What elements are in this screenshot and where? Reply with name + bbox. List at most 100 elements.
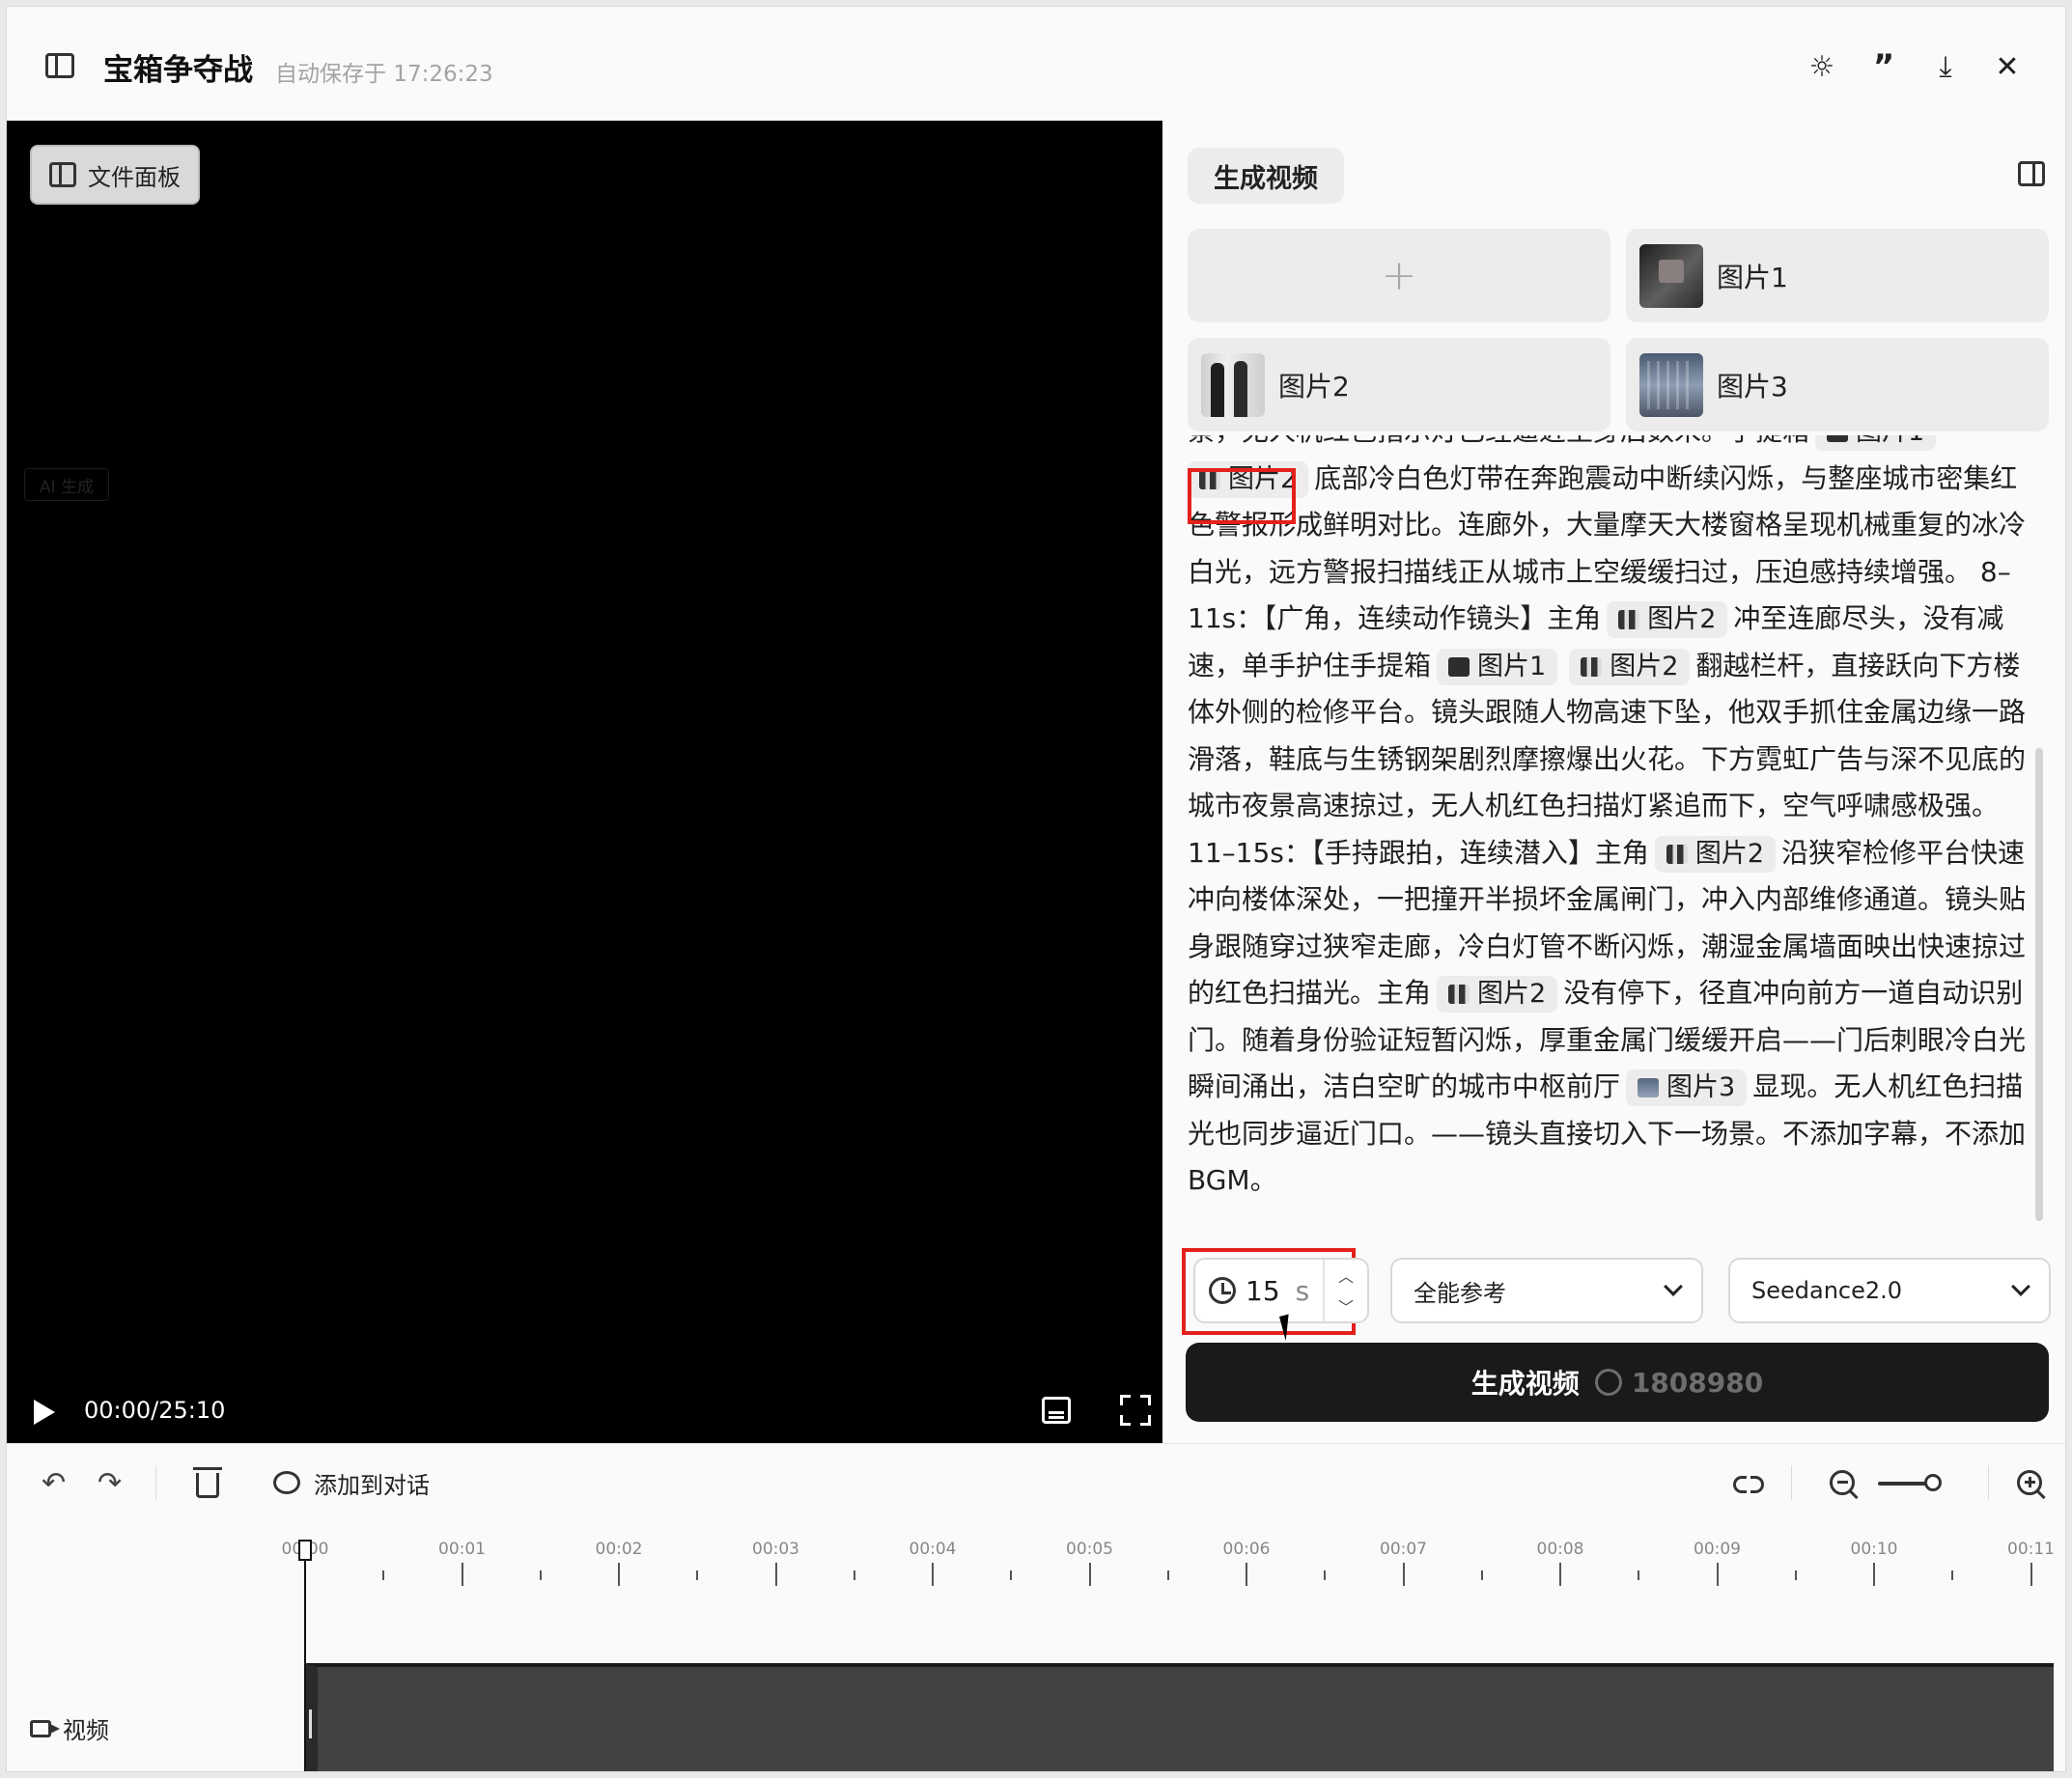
- tick-minor: [853, 1570, 855, 1580]
- tick-major: [2030, 1563, 2032, 1586]
- tick-major: [1088, 1563, 1091, 1586]
- fullscreen-icon[interactable]: [1120, 1395, 1151, 1426]
- chevron-down-icon[interactable]: ﹀: [1338, 1294, 1354, 1318]
- link-icon[interactable]: [1733, 1476, 1764, 1493]
- panel-icon: [49, 162, 76, 187]
- redo-icon[interactable]: ↷: [98, 1463, 122, 1502]
- tick-label: 00:11: [2007, 1540, 2055, 1559]
- image-ref-chip[interactable]: 图片2: [1437, 976, 1558, 1013]
- app-window: 宝箱争夺战 自动保存于 17:26:23 ☼ ” ⤓ ✕ 文件面板 AI 生成 …: [6, 6, 2066, 1772]
- timeline-ruler[interactable]: 00:0000:0100:0200:0300:0400:0500:0600:07…: [7, 1520, 2065, 1626]
- page-title: 宝箱争夺战: [103, 53, 253, 88]
- tab-generate-video[interactable]: 生成视频: [1188, 148, 1344, 204]
- tick-label: 00:10: [1850, 1540, 1898, 1559]
- image-label: 图片3: [1717, 370, 1788, 403]
- tick-major: [932, 1563, 934, 1586]
- divider: [155, 1465, 156, 1500]
- undo-icon[interactable]: ↶: [42, 1463, 66, 1502]
- tick-major: [1246, 1563, 1247, 1586]
- quote-icon[interactable]: ”: [1866, 47, 1901, 86]
- download-icon[interactable]: ⤓: [1928, 49, 1963, 84]
- tick-major: [1559, 1563, 1561, 1586]
- credit-cost: 1808980: [1594, 1367, 1763, 1399]
- video-track-label: 视频: [30, 1711, 109, 1745]
- reference-mode-select[interactable]: 全能参考: [1390, 1258, 1703, 1323]
- image-thumbnail: [1201, 352, 1265, 417]
- close-icon[interactable]: ✕: [1990, 49, 2025, 84]
- header: 宝箱争夺战 自动保存于 17:26:23 ☼ ” ⤓ ✕: [7, 7, 2065, 121]
- tick-label: 00:09: [1694, 1540, 1741, 1559]
- image-tile-3[interactable]: 图片3: [1626, 338, 2049, 431]
- autosave-status: 自动保存于 17:26:23: [275, 62, 493, 87]
- scrollbar[interactable]: [2035, 748, 2043, 1221]
- tick-major: [461, 1563, 463, 1586]
- select-value: 全能参考: [1414, 1279, 1506, 1307]
- file-panel-label: 文件面板: [88, 163, 181, 191]
- image-label: 图片2: [1278, 370, 1350, 403]
- divider: [1988, 1465, 1989, 1500]
- tick-minor: [1324, 1570, 1327, 1580]
- tick-minor: [1166, 1570, 1169, 1580]
- tick-major: [1873, 1563, 1875, 1586]
- model-select[interactable]: Seedance2.0: [1728, 1258, 2051, 1323]
- stepper-arrows[interactable]: ︿ ﹀: [1323, 1260, 1367, 1321]
- sidebar-toggle-icon[interactable]: [45, 53, 74, 78]
- duration-stepper[interactable]: 15 s ︿ ﹀: [1193, 1258, 1369, 1323]
- prompt-textarea[interactable]: 察，无人机红色指示灯已经逼近至身后数米。手提箱图片1 图片2底部冷白色灯带在奔跑…: [1188, 435, 2028, 1238]
- add-to-chat-button[interactable]: 添加到对话: [273, 1463, 430, 1502]
- tick-major: [774, 1563, 777, 1586]
- image-ref-chip[interactable]: 图片1: [1437, 648, 1558, 685]
- tick-minor: [1794, 1570, 1797, 1580]
- tick-major: [1402, 1563, 1405, 1586]
- tick-label: 00:03: [752, 1540, 799, 1559]
- tick-label: 00:02: [595, 1540, 643, 1559]
- chevron-down-icon: [2011, 1277, 2030, 1296]
- image-ref-chip[interactable]: 图片2: [1654, 835, 1777, 873]
- add-image-button[interactable]: +: [1188, 229, 1610, 322]
- credit-icon: [1594, 1369, 1622, 1396]
- duration-value[interactable]: 15: [1246, 1275, 1280, 1307]
- file-panel-button[interactable]: 文件面板: [30, 145, 200, 205]
- duration-unit: s: [1295, 1274, 1310, 1307]
- video-preview[interactable]: 文件面板 AI 生成 00:00/25:10: [7, 121, 1162, 1443]
- track-label-text: 视频: [63, 1717, 109, 1744]
- image-ref-chip[interactable]: 图片2: [1569, 648, 1691, 685]
- timecode: 00:00/25:10: [84, 1397, 226, 1424]
- image-label: 图片1: [1717, 261, 1788, 293]
- delete-button[interactable]: [193, 1463, 222, 1502]
- generate-video-button[interactable]: 生成视频 1808980: [1186, 1343, 2049, 1422]
- clock-icon: [1209, 1277, 1236, 1304]
- image-tile-2[interactable]: 图片2: [1188, 338, 1610, 431]
- tick-minor: [382, 1570, 385, 1580]
- add-to-chat-label: 添加到对话: [314, 1471, 430, 1499]
- video-camera-icon: [30, 1719, 60, 1737]
- tick-label: 00:01: [438, 1540, 486, 1559]
- image-ref-chip[interactable]: 图片2: [1607, 601, 1728, 638]
- tick-major: [1716, 1563, 1719, 1586]
- image-ref-chip[interactable]: 图片1: [1815, 435, 1937, 451]
- chevron-up-icon[interactable]: ︿: [1338, 1264, 1354, 1287]
- select-value: Seedance2.0: [1751, 1277, 1903, 1304]
- collapse-panel-icon[interactable]: [2018, 161, 2045, 186]
- play-icon[interactable]: [34, 1400, 55, 1425]
- chat-bubble-icon: [273, 1471, 300, 1494]
- playhead-handle[interactable]: [298, 1540, 312, 1561]
- subtitle-icon[interactable]: [1042, 1397, 1071, 1424]
- tick-minor: [539, 1570, 542, 1580]
- playhead[interactable]: [304, 1549, 306, 1771]
- tick-minor: [1010, 1570, 1013, 1580]
- tick-label: 00:05: [1066, 1540, 1113, 1559]
- divider: [1791, 1465, 1792, 1500]
- theme-sun-icon[interactable]: ☼: [1805, 49, 1839, 84]
- tick-major: [618, 1563, 620, 1586]
- zoom-slider-knob[interactable]: [1924, 1474, 1942, 1491]
- ai-generated-tag: AI 生成: [24, 468, 109, 501]
- tick-minor: [1951, 1570, 1954, 1580]
- generate-panel: 生成视频 + 图片1 图片2 图片3 察，无人机红色指示灯已经逼近至身后数米。手…: [1162, 121, 2065, 1443]
- chevron-down-icon: [1664, 1277, 1683, 1296]
- video-track-clip[interactable]: [304, 1663, 2054, 1771]
- generate-label: 生成视频: [1470, 1368, 1580, 1400]
- image-tile-1[interactable]: 图片1: [1626, 229, 2049, 322]
- image-ref-chip[interactable]: 图片3: [1626, 1070, 1748, 1106]
- prompt-text: 察，无人机红色指示灯已经逼近至身后数米。手提箱: [1188, 435, 1809, 447]
